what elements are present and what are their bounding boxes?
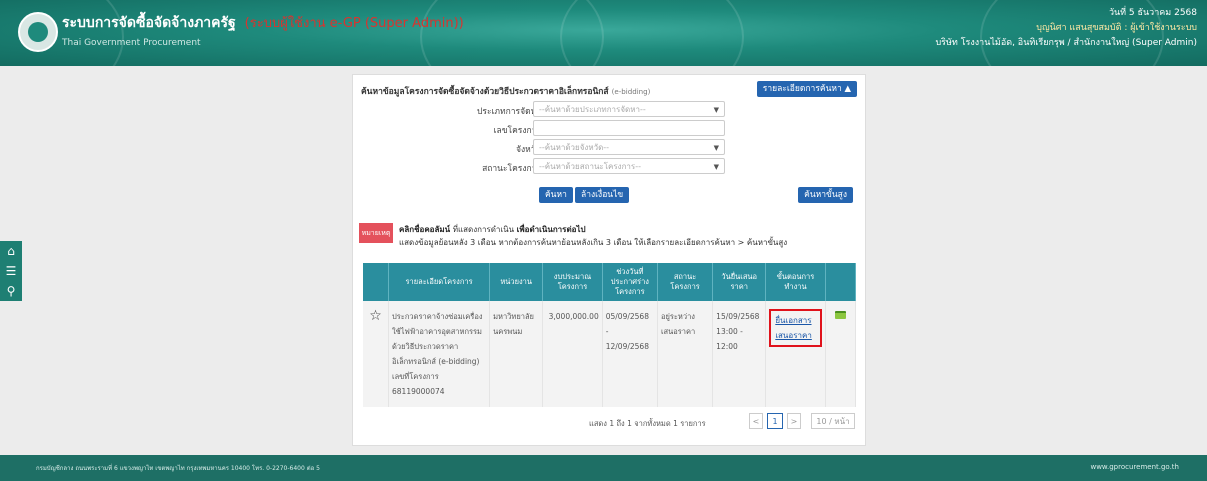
user-info: วันที่ 5 ธันวาคม 2568 บุญนิศา แสนสุขสมบั… xyxy=(935,6,1197,51)
project-status-select[interactable]: --ค้นหาด้วยสถานะโครงการ-- ▼ xyxy=(533,158,725,174)
column-header[interactable]: สถานะ โครงการ xyxy=(657,263,714,301)
menu-icon[interactable]: ☰ xyxy=(6,265,17,277)
column-header[interactable]: รายละเอียดโครงการ xyxy=(388,263,491,301)
province-select[interactable]: --ค้นหาด้วยจังหวัด-- ▼ xyxy=(533,139,725,155)
user-org: บริษัท โรงงานไม้อัด, อินทิเรียกรุพ / สำน… xyxy=(935,38,1197,48)
panel-title: ค้นหาข้อมูลโครงการจัดซื้อจัดจ้างด้วยวิธี… xyxy=(361,84,650,98)
document-cell xyxy=(825,301,857,407)
project-detail-cell: ประกวดราคาจ้างซ่อมเครื่องใช้ไฟฟ้าอาคารอุ… xyxy=(388,301,491,407)
page-1-button[interactable]: 1 xyxy=(767,413,783,429)
next-page-button[interactable]: > xyxy=(787,413,801,429)
table-header-row: รายละเอียดโครงการ หน่วยงาน งบประมาณ โครง… xyxy=(363,263,857,301)
system-title: ระบบการจัดซื้อจัดจ้างภาครัฐ (ระบบผู้ใช้ง… xyxy=(62,12,464,34)
page-size-select[interactable]: 10 / หน้า xyxy=(811,413,855,429)
agency-cell: มหาวิทยาลัยนครพนม xyxy=(489,301,544,407)
table-row: ☆ ประกวดราคาจ้างซ่อมเครื่องใช้ไฟฟ้าอาคาร… xyxy=(363,301,857,407)
toggle-details-button[interactable]: รายละเอียดการค้นหา ▲ xyxy=(756,81,857,97)
step-cell: ยื่นเอกสารเสนอราคา xyxy=(765,301,826,407)
column-header[interactable]: ขั้นตอนการ ทำงาน xyxy=(765,263,826,301)
panel-title-text: ค้นหาข้อมูลโครงการจัดซื้อจัดจ้างด้วยวิธี… xyxy=(361,87,609,97)
select-value: --ค้นหาด้วยจังหวัด-- xyxy=(539,143,610,152)
note-text: เพื่อดำเนินการต่อไป xyxy=(516,225,586,234)
system-subtitle: Thai Government Procurement xyxy=(62,38,201,48)
document-icon[interactable] xyxy=(834,311,846,319)
field-label: ประเภทการจัดหา xyxy=(477,107,541,117)
search-panel: ค้นหาข้อมูลโครงการจัดซื้อจัดจ้างด้วยวิธี… xyxy=(352,74,866,446)
status-cell: อยู่ระหว่างเสนอราคา xyxy=(657,301,714,407)
current-date: วันที่ 5 ธันวาคม 2568 xyxy=(1108,8,1197,18)
field-procurement-type: ประเภทการจัดหา --ค้นหาด้วยประเภทการจัดหา… xyxy=(353,101,865,119)
favorite-cell: ☆ xyxy=(363,301,390,407)
system-title-text: ระบบการจัดซื้อจัดจ้างภาครัฐ xyxy=(62,15,236,31)
footer: กรมบัญชีกลาง ถนนพระรามที่ 6 แขวงพญาไท เข… xyxy=(0,455,1207,481)
highlight-box: ยื่นเอกสารเสนอราคา xyxy=(769,309,822,347)
government-logo xyxy=(18,12,58,52)
prev-page-button[interactable]: < xyxy=(749,413,763,429)
clear-button[interactable]: ล้างเงื่อนไข xyxy=(575,187,630,203)
search-icon[interactable]: ⚲ xyxy=(7,285,16,297)
date-range-cell: 05/09/2568 - 12/09/2568 xyxy=(602,301,658,407)
budget-cell: 3,000,000.00 xyxy=(542,301,603,407)
note-text: คลิกชื่อคอลัมน์ xyxy=(399,225,451,234)
chevron-down-icon: ▼ xyxy=(713,144,719,152)
field-province: จังหวัด --ค้นหาด้วยจังหวัด-- ▼ xyxy=(353,139,865,157)
submit-bid-link[interactable]: ยื่นเอกสารเสนอราคา xyxy=(775,316,812,340)
user-name[interactable]: บุญนิศา แสนสุขสมบัติ : ผู้เข้าใช้งานระบบ xyxy=(935,21,1197,36)
footer-address: กรมบัญชีกลาง ถนนพระรามที่ 6 แขวงพญาไท เข… xyxy=(36,465,320,472)
procurement-type-select[interactable]: --ค้นหาด้วยประเภทการจัดหา-- ▼ xyxy=(533,101,725,117)
note-line-2: แสดงข้อมูลย้อนหลัง 3 เดือน หากต้องการค้น… xyxy=(399,238,788,247)
search-button[interactable]: ค้นหา xyxy=(539,187,573,203)
bid-date-cell: 15/09/2568 13:00 - 12:00 xyxy=(712,301,767,407)
chevron-down-icon: ▼ xyxy=(713,106,719,114)
column-header xyxy=(363,263,390,301)
select-value: --ค้นหาด้วยสถานะโครงการ-- xyxy=(539,162,641,171)
column-header[interactable]: ช่วงวันที่ ประกาศร่าง โครงการ xyxy=(602,263,658,301)
advanced-search-button[interactable]: ค้นหาขั้นสูง xyxy=(798,187,853,203)
project-number-input[interactable] xyxy=(533,120,725,136)
panel-title-code: (e-bidding) xyxy=(611,87,651,96)
footer-website[interactable]: www.gprocurement.go.th xyxy=(1090,463,1179,471)
note-badge: หมายเหตุ xyxy=(359,223,393,243)
column-header[interactable]: วันยื่นเสนอ ราคา xyxy=(712,263,767,301)
note-line-1: คลิกชื่อคอลัมน์ ที่แสดงการดำเนิน เพื่อดำ… xyxy=(399,223,586,236)
pagination-info: แสดง 1 ถึง 1 จากทั้งหมด 1 รายการ xyxy=(589,419,706,428)
column-header xyxy=(825,263,857,301)
system-title-role: (ระบบผู้ใช้งาน e-GP (Super Admin)) xyxy=(244,16,464,31)
side-toolbar: ⌂ ☰ ⚲ xyxy=(0,241,22,301)
chevron-down-icon: ▼ xyxy=(713,163,719,171)
home-icon[interactable]: ⌂ xyxy=(7,245,15,257)
star-icon[interactable]: ☆ xyxy=(369,308,382,324)
results-table: รายละเอียดโครงการ หน่วยงาน งบประมาณ โครง… xyxy=(363,263,857,407)
select-value: --ค้นหาด้วยประเภทการจัดหา-- xyxy=(539,105,646,114)
column-header[interactable]: งบประมาณ โครงการ xyxy=(542,263,603,301)
field-project-number: เลขโครงการ xyxy=(353,120,865,138)
header-ornament xyxy=(560,0,744,66)
note-text: ที่แสดงการดำเนิน xyxy=(452,225,515,234)
column-header[interactable]: หน่วยงาน xyxy=(489,263,544,301)
header-bar: ระบบการจัดซื้อจัดจ้างภาครัฐ (ระบบผู้ใช้ง… xyxy=(0,0,1207,66)
field-project-status: สถานะโครงการ --ค้นหาด้วยสถานะโครงการ-- ▼ xyxy=(353,158,865,176)
